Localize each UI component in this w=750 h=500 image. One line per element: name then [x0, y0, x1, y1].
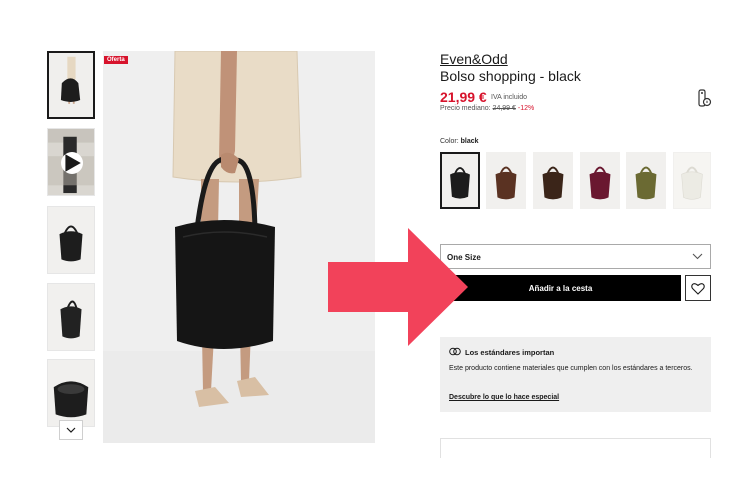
size-select[interactable]: One Size: [440, 244, 711, 269]
color-swatch-olive[interactable]: [626, 152, 666, 209]
median-discount: -12%: [517, 105, 535, 112]
thumbnail-bag-side[interactable]: [47, 283, 95, 351]
vat-note: IVA incluido: [491, 94, 528, 101]
play-icon: [61, 152, 83, 174]
offer-badge: Oferta: [104, 56, 128, 64]
thumbnail-bag-inside[interactable]: [47, 359, 95, 427]
standards-panel: Los estándares importan Este producto co…: [440, 337, 711, 412]
thumbnail-video[interactable]: [47, 128, 95, 196]
color-swatch-dark-brown[interactable]: [533, 152, 573, 209]
thumbnail-model-front[interactable]: [47, 51, 95, 119]
chevron-down-icon: [66, 427, 76, 433]
product-title: Bolso shopping - black: [440, 68, 581, 84]
add-to-cart-button[interactable]: Añadir a la cesta: [440, 275, 681, 301]
median-old-price: 24,99 €: [492, 105, 516, 112]
median-label: Precio mediano:: [440, 105, 491, 112]
color-swatch-brown[interactable]: [486, 152, 526, 209]
annotation-arrow-icon: [328, 228, 468, 346]
wishlist-button[interactable]: [685, 275, 711, 301]
brand-link[interactable]: Even&Odd: [440, 51, 508, 67]
standards-title: Los estándares importan: [465, 348, 555, 357]
details-panel: [440, 438, 711, 458]
standards-link[interactable]: Descubre lo que lo hace especial: [449, 394, 559, 401]
standards-icon: [449, 347, 461, 356]
thumbnails-scroll-down-button[interactable]: [59, 420, 83, 440]
chevron-down-icon: [692, 253, 703, 260]
info-tag-icon[interactable]: [694, 88, 714, 108]
color-swatch-cream[interactable]: [673, 152, 711, 209]
thumbnail-bag-front[interactable]: [47, 206, 95, 274]
selected-color: black: [460, 138, 479, 145]
price: 21,99 €: [440, 89, 487, 105]
color-swatch-burgundy[interactable]: [580, 152, 620, 209]
color-label: Color: black: [440, 138, 479, 145]
standards-body: Este producto contiene materiales que cu…: [449, 365, 693, 372]
heart-icon: [691, 282, 705, 295]
median-price: Precio mediano: 24,99 € -12%: [440, 105, 534, 112]
color-swatch-black[interactable]: [440, 152, 480, 209]
